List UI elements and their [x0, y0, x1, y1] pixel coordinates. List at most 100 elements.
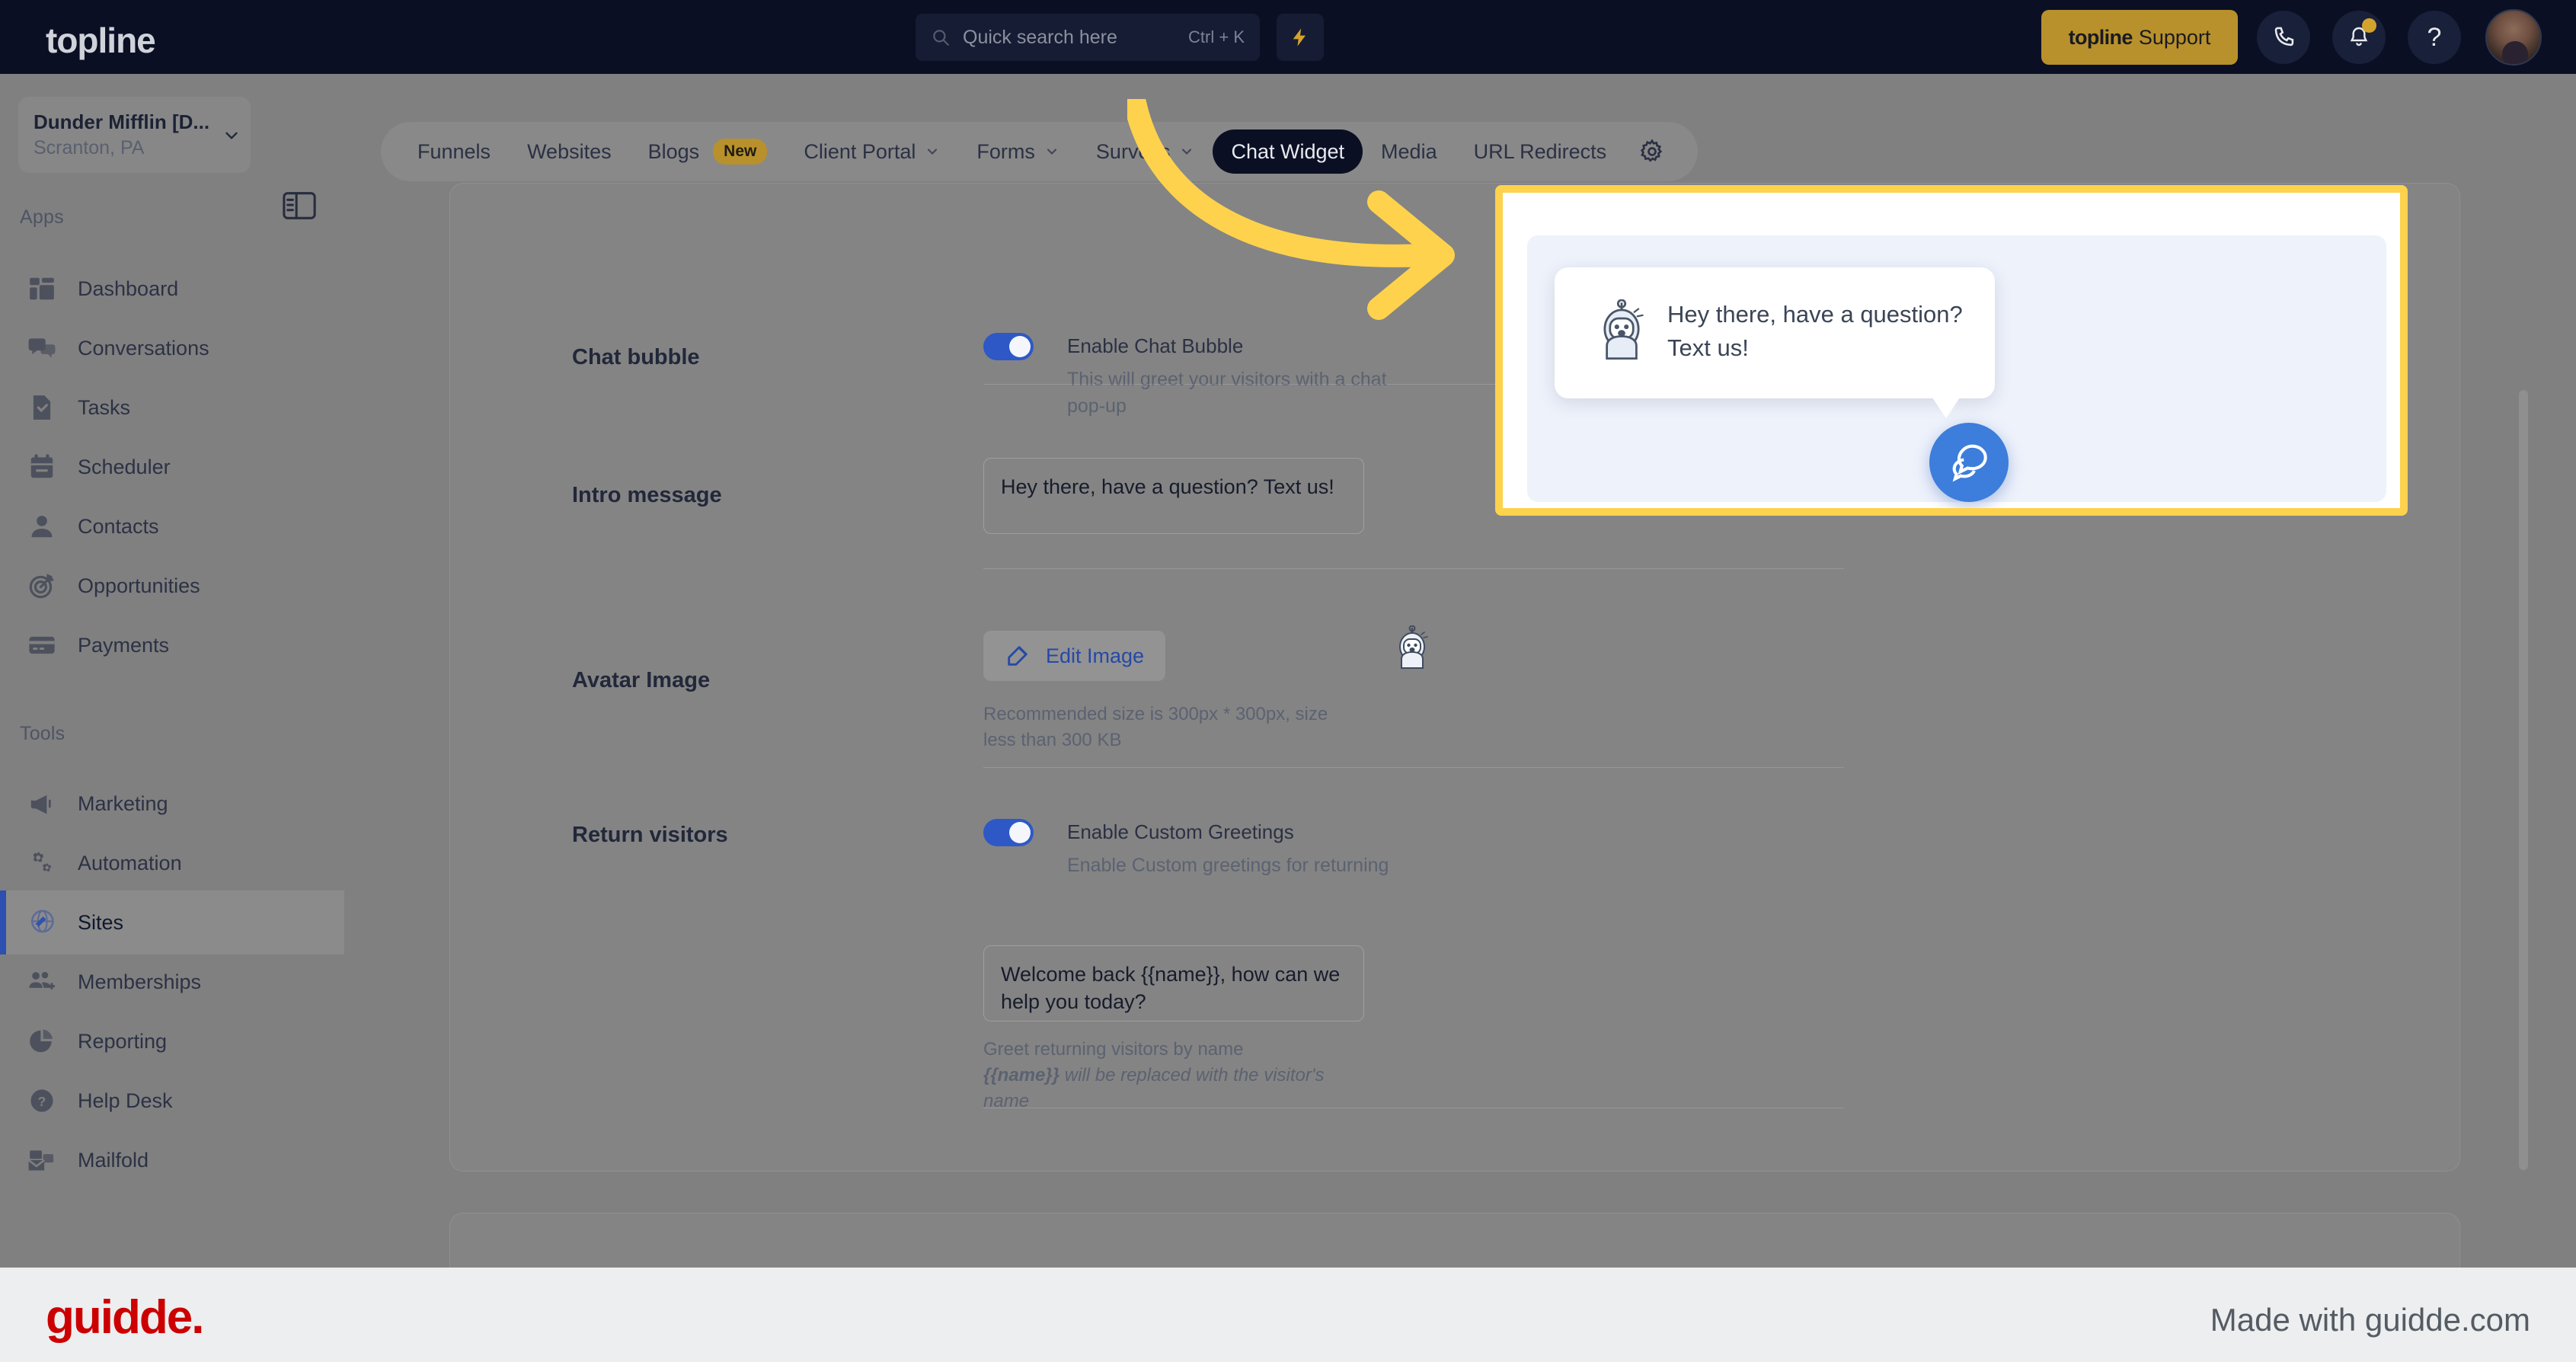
enable-custom-greetings-desc: Enable Custom greetings for returning — [1067, 855, 1389, 876]
enable-custom-greetings-label: Enable Custom Greetings — [1067, 820, 1294, 843]
sidebar-item-label: Help Desk — [78, 1089, 173, 1112]
search-icon — [933, 30, 949, 46]
sidebar-item-automation[interactable]: Automation — [0, 831, 344, 895]
conversations-icon — [28, 338, 56, 358]
made-with-guidde-text: Made with guidde.com — [2210, 1302, 2530, 1338]
gears-icon — [33, 851, 52, 872]
chat-launcher-button[interactable] — [1929, 423, 2009, 502]
tab-client-portal[interactable]: Client Portal — [785, 129, 958, 174]
sidebar-item-label: Reporting — [78, 1029, 168, 1053]
guidde-footer: guidde. Made with guidde.com — [0, 1268, 2576, 1362]
support-button[interactable]: topline Support — [2041, 10, 2238, 65]
sidebar-panel-toggle-icon[interactable] — [282, 190, 317, 221]
return-visitors-help-line1: Greet returning visitors by name — [983, 1039, 1244, 1060]
question-mark-icon: ? — [2427, 22, 2442, 52]
robot-avatar-icon — [1399, 625, 1428, 669]
sidebar-item-label: Mailfold — [78, 1148, 149, 1172]
greeting-speech-bubble: Hey there, have a question? Text us! — [1555, 267, 1995, 418]
sidebar-item-sites[interactable]: Sites — [0, 890, 344, 954]
sidebar-section-tools: Tools — [20, 723, 66, 744]
help-button[interactable]: ? — [2408, 11, 2461, 64]
setting-title-avatar-image: Avatar Image — [572, 668, 711, 692]
tasks-icon — [33, 395, 51, 420]
divider — [983, 568, 1844, 569]
sidebar-item-marketing[interactable]: Marketing — [0, 772, 344, 836]
sidebar-item-reporting[interactable]: Reporting — [0, 1009, 344, 1073]
setting-title-return-visitors: Return visitors — [572, 823, 728, 847]
sidebar-item-label: Dashboard — [78, 277, 179, 300]
edit-image-label: Edit Image — [1046, 644, 1145, 667]
sidebar-item-mailfold[interactable]: Mailfold — [0, 1128, 344, 1192]
globe-rocket-icon — [30, 910, 54, 933]
return-visitors-help: Greet returning visitors by name {{name}… — [983, 1037, 1349, 1114]
tab-label: Blogs — [647, 139, 700, 163]
intro-message-input[interactable]: Hey there, have a question? Text us! — [983, 458, 1364, 534]
sidebar: Dunder Mifflin [D... Scranton, PA Apps D… — [0, 74, 344, 1268]
org-location: Scranton, PA — [34, 137, 145, 158]
pie-chart-icon — [30, 1029, 53, 1053]
svg-text:?: ? — [38, 1094, 46, 1109]
sidebar-item-conversations[interactable]: Conversations — [0, 316, 344, 380]
target-icon — [29, 574, 54, 599]
tab-settings-button[interactable] — [1625, 138, 1680, 165]
enable-chat-bubble-desc: This will greet your visitors with a cha… — [1067, 369, 1387, 417]
user-avatar[interactable] — [2485, 9, 2542, 66]
sidebar-item-label: Marketing — [78, 791, 168, 815]
help-circle-icon: ? — [30, 1089, 53, 1112]
sidebar-item-label: Scheduler — [78, 455, 171, 478]
search-input[interactable]: Quick search here Ctrl + K — [916, 14, 1260, 61]
vertical-scrollbar[interactable] — [2519, 390, 2528, 1170]
tab-label: Client Portal — [804, 139, 916, 163]
tab-forms[interactable]: Forms — [958, 129, 1078, 174]
phone-button[interactable] — [2257, 11, 2310, 64]
sidebar-item-memberships[interactable]: Memberships — [0, 950, 344, 1014]
curved-arrow-icon — [1127, 99, 1455, 320]
chevron-down-icon — [225, 132, 238, 139]
sidebar-item-label: Contacts — [78, 514, 159, 538]
chevron-down-icon — [1047, 149, 1057, 155]
chat-bubbles-icon — [1952, 444, 1987, 482]
tab-label: Funnels — [417, 139, 491, 163]
sidebar-item-scheduler[interactable]: Scheduler — [0, 435, 344, 499]
phone-icon — [2274, 27, 2294, 46]
sidebar-item-label: Sites — [78, 910, 124, 934]
enable-custom-greetings-toggle[interactable] — [983, 819, 1034, 846]
sidebar-item-label: Payments — [78, 633, 170, 657]
screenshot-root: topline Quick search here Ctrl + K topli… — [0, 0, 2576, 1362]
enable-chat-bubble-toggle[interactable] — [983, 333, 1034, 360]
top-header-bar: topline Quick search here Ctrl + K topli… — [0, 0, 2576, 74]
org-switcher[interactable]: Dunder Mifflin [D... Scranton, PA — [18, 97, 251, 173]
sidebar-item-contacts[interactable]: Contacts — [0, 494, 344, 558]
mail-folder-icon — [27, 1150, 54, 1171]
chevron-down-icon — [928, 149, 938, 155]
tab-blogs[interactable]: Blogs New — [630, 129, 786, 174]
dashboard-icon — [30, 277, 54, 300]
sidebar-item-help-desk[interactable]: ? Help Desk — [0, 1069, 344, 1133]
lightning-bolt-icon — [1293, 28, 1306, 46]
greeting-text: Hey there, have a question? Text us! — [1667, 301, 1963, 362]
setting-title-intro-message: Intro message — [572, 483, 722, 507]
tab-funnels[interactable]: Funnels — [399, 129, 509, 174]
sidebar-item-opportunities[interactable]: Opportunities — [0, 554, 344, 618]
notifications-button[interactable] — [2332, 11, 2386, 64]
setting-title-chat-bubble: Chat bubble — [572, 345, 700, 369]
sidebar-item-tasks[interactable]: Tasks — [0, 376, 344, 440]
tab-websites[interactable]: Websites — [509, 129, 630, 174]
notification-dot — [2362, 18, 2376, 33]
sidebar-item-label: Opportunities — [78, 574, 200, 597]
org-name: Dunder Mifflin [D... — [34, 110, 210, 133]
search-shortcut: Ctrl + K — [1188, 27, 1245, 46]
contacts-icon — [31, 516, 53, 538]
sidebar-item-label: Tasks — [78, 395, 131, 419]
return-visitor-greeting-input[interactable]: Welcome back {{name}}, how can we help y… — [983, 945, 1364, 1021]
sidebar-item-payments[interactable]: Payments — [0, 613, 344, 677]
quick-actions-button[interactable] — [1277, 14, 1324, 61]
sidebar-item-dashboard[interactable]: Dashboard — [0, 257, 344, 321]
calendar-icon — [30, 454, 53, 478]
credit-card-icon — [29, 636, 55, 654]
edit-image-button[interactable]: Edit Image — [983, 631, 1166, 681]
tab-label: Websites — [527, 139, 612, 163]
chat-widget-preview: Hey there, have a question? Text us! — [1527, 235, 2386, 502]
megaphone-icon — [30, 794, 51, 814]
chat-widget-settings-card-next — [449, 1213, 2460, 1268]
